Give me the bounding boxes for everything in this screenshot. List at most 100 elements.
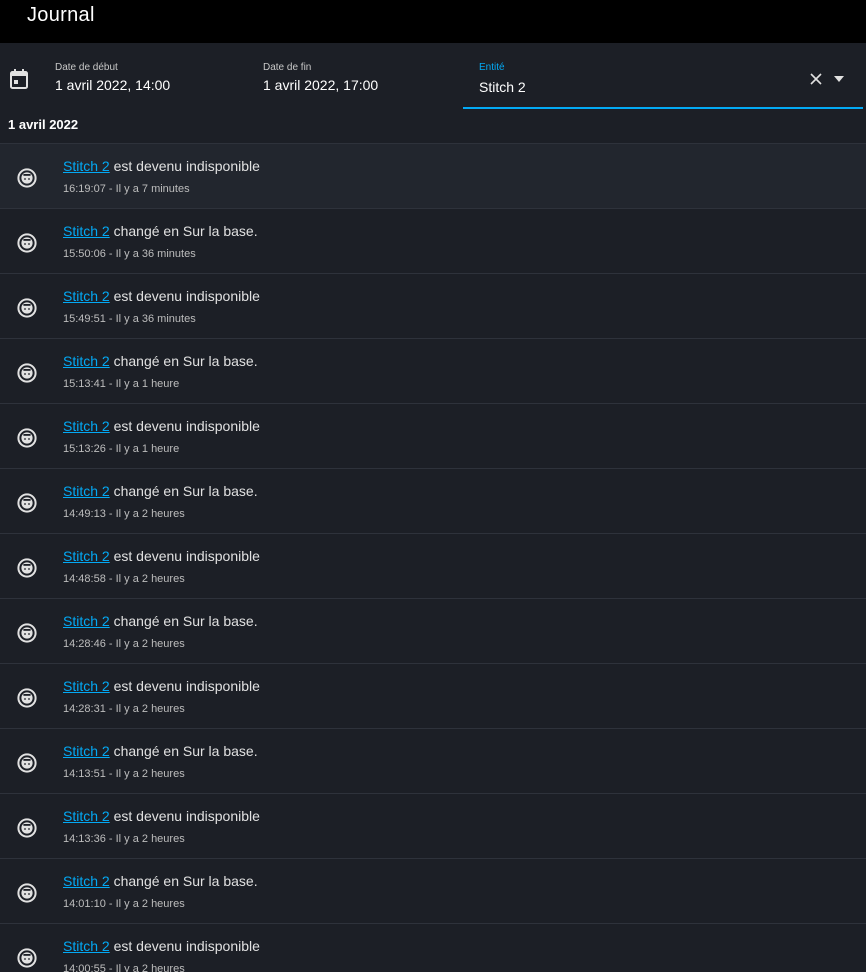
entry-relative-time: - Il y a 2 heures	[105, 638, 185, 650]
list-item: Stitch 2 est devenu indisponible 16:19:0…	[0, 143, 866, 208]
entity-link[interactable]: Stitch 2	[63, 483, 110, 499]
entry-time: 14:13:36	[63, 833, 106, 845]
entry-relative-time: - Il y a 2 heures	[105, 508, 185, 520]
entry-message: Stitch 2 est devenu indisponible	[63, 938, 260, 954]
end-date-field[interactable]: Date de fin 1 avril 2022, 17:00	[263, 62, 378, 93]
list-item: Stitch 2 est devenu indisponible 14:28:3…	[0, 663, 866, 728]
close-icon[interactable]	[808, 71, 824, 87]
entry-text: changé en Sur la base.	[109, 743, 258, 759]
entry-text: est devenu indisponible	[109, 288, 260, 304]
list-item: Stitch 2 est devenu indisponible 15:13:2…	[0, 403, 866, 468]
entry-message: Stitch 2 changé en Sur la base.	[63, 873, 258, 889]
entity-link[interactable]: Stitch 2	[63, 418, 110, 434]
entry-meta: 15:13:41 - Il y a 1 heure	[63, 378, 179, 390]
entry-message: Stitch 2 est devenu indisponible	[63, 418, 260, 434]
entity-link[interactable]: Stitch 2	[63, 873, 110, 889]
entry-meta: 14:01:10 - Il y a 2 heures	[63, 898, 185, 910]
entity-link[interactable]: Stitch 2	[63, 288, 110, 304]
start-date-field[interactable]: Date de début 1 avril 2022, 14:00	[55, 62, 170, 93]
list-item: Stitch 2 est devenu indisponible 15:49:5…	[0, 273, 866, 338]
robot-vacuum-icon	[17, 233, 37, 253]
entity-link[interactable]: Stitch 2	[63, 808, 110, 824]
top-app-bar: Journal	[0, 0, 866, 43]
robot-vacuum-icon	[17, 688, 37, 708]
entry-text: est devenu indisponible	[109, 938, 260, 954]
entry-time: 14:49:13	[63, 508, 106, 520]
start-date-value: 1 avril 2022, 14:00	[55, 77, 171, 93]
list-item: Stitch 2 changé en Sur la base. 15:13:41…	[0, 338, 866, 403]
entry-meta: 14:13:36 - Il y a 2 heures	[63, 833, 185, 845]
entry-text: est devenu indisponible	[109, 808, 260, 824]
entry-text: est devenu indisponible	[109, 418, 260, 434]
entity-picker[interactable]: Entité Stitch 2	[463, 43, 863, 109]
entry-relative-time: - Il y a 2 heures	[105, 703, 185, 715]
entity-link[interactable]: Stitch 2	[63, 548, 110, 564]
entry-text: changé en Sur la base.	[109, 613, 258, 629]
entity-link[interactable]: Stitch 2	[63, 353, 110, 369]
entry-time: 14:48:58	[63, 573, 106, 585]
page-title: Journal	[27, 4, 95, 26]
entry-message: Stitch 2 changé en Sur la base.	[63, 353, 258, 369]
entity-link[interactable]: Stitch 2	[63, 678, 110, 694]
robot-vacuum-icon	[17, 363, 37, 383]
end-date-label: Date de fin	[263, 62, 312, 73]
robot-vacuum-icon	[17, 493, 37, 513]
robot-vacuum-icon	[17, 948, 37, 968]
entity-label: Entité	[479, 62, 505, 73]
entry-time: 14:00:55	[63, 963, 106, 972]
robot-vacuum-icon	[17, 428, 37, 448]
entry-time: 16:19:07	[63, 183, 106, 195]
entity-link[interactable]: Stitch 2	[63, 223, 110, 239]
entry-relative-time: - Il y a 36 minutes	[105, 313, 196, 325]
robot-vacuum-icon	[17, 883, 37, 903]
robot-vacuum-icon	[17, 298, 37, 318]
entry-text: changé en Sur la base.	[109, 873, 258, 889]
entity-link[interactable]: Stitch 2	[63, 613, 110, 629]
entry-message: Stitch 2 changé en Sur la base.	[63, 223, 258, 239]
entity-value[interactable]: Stitch 2	[479, 79, 526, 95]
entry-message: Stitch 2 est devenu indisponible	[63, 808, 260, 824]
entry-message: Stitch 2 changé en Sur la base.	[63, 743, 258, 759]
entry-relative-time: - Il y a 2 heures	[105, 963, 185, 972]
entry-message: Stitch 2 est devenu indisponible	[63, 548, 260, 564]
entry-time: 15:13:41	[63, 378, 106, 390]
entry-message: Stitch 2 est devenu indisponible	[63, 158, 260, 174]
list-item: Stitch 2 est devenu indisponible 14:13:3…	[0, 793, 866, 858]
entry-text: changé en Sur la base.	[109, 223, 258, 239]
entry-relative-time: - Il y a 1 heure	[105, 443, 180, 455]
start-date-label: Date de début	[55, 62, 118, 73]
entry-message: Stitch 2 changé en Sur la base.	[63, 483, 258, 499]
entry-meta: 15:13:26 - Il y a 1 heure	[63, 443, 179, 455]
entry-meta: 15:49:51 - Il y a 36 minutes	[63, 313, 196, 325]
calendar-icon[interactable]	[10, 69, 28, 89]
entry-text: est devenu indisponible	[109, 548, 260, 564]
list-item: Stitch 2 changé en Sur la base. 14:28:46…	[0, 598, 866, 663]
entry-relative-time: - Il y a 1 heure	[105, 378, 180, 390]
day-header: 1 avril 2022	[0, 111, 866, 143]
entry-time: 14:28:31	[63, 703, 106, 715]
entry-time: 15:50:06	[63, 248, 106, 260]
list-item: Stitch 2 changé en Sur la base. 14:13:51…	[0, 728, 866, 793]
entry-relative-time: - Il y a 2 heures	[105, 768, 185, 780]
list-item: Stitch 2 est devenu indisponible 14:48:5…	[0, 533, 866, 598]
robot-vacuum-icon	[17, 558, 37, 578]
entry-meta: 15:50:06 - Il y a 36 minutes	[63, 248, 196, 260]
entry-meta: 14:28:31 - Il y a 2 heures	[63, 703, 185, 715]
end-date-value: 1 avril 2022, 17:00	[263, 77, 379, 93]
robot-vacuum-icon	[17, 168, 37, 188]
entry-time: 14:28:46	[63, 638, 106, 650]
list-item: Stitch 2 est devenu indisponible 14:00:5…	[0, 923, 866, 972]
entity-link[interactable]: Stitch 2	[63, 743, 110, 759]
entity-link[interactable]: Stitch 2	[63, 938, 110, 954]
robot-vacuum-icon	[17, 818, 37, 838]
entry-time: 14:01:10	[63, 898, 106, 910]
robot-vacuum-icon	[17, 753, 37, 773]
entry-message: Stitch 2 changé en Sur la base.	[63, 613, 258, 629]
entity-link[interactable]: Stitch 2	[63, 158, 110, 174]
entry-text: changé en Sur la base.	[109, 483, 258, 499]
menu-down-icon[interactable]	[833, 75, 845, 83]
entry-text: est devenu indisponible	[109, 678, 260, 694]
entry-relative-time: - Il y a 2 heures	[105, 898, 185, 910]
list-item: Stitch 2 changé en Sur la base. 15:50:06…	[0, 208, 866, 273]
list-item: Stitch 2 changé en Sur la base. 14:49:13…	[0, 468, 866, 533]
